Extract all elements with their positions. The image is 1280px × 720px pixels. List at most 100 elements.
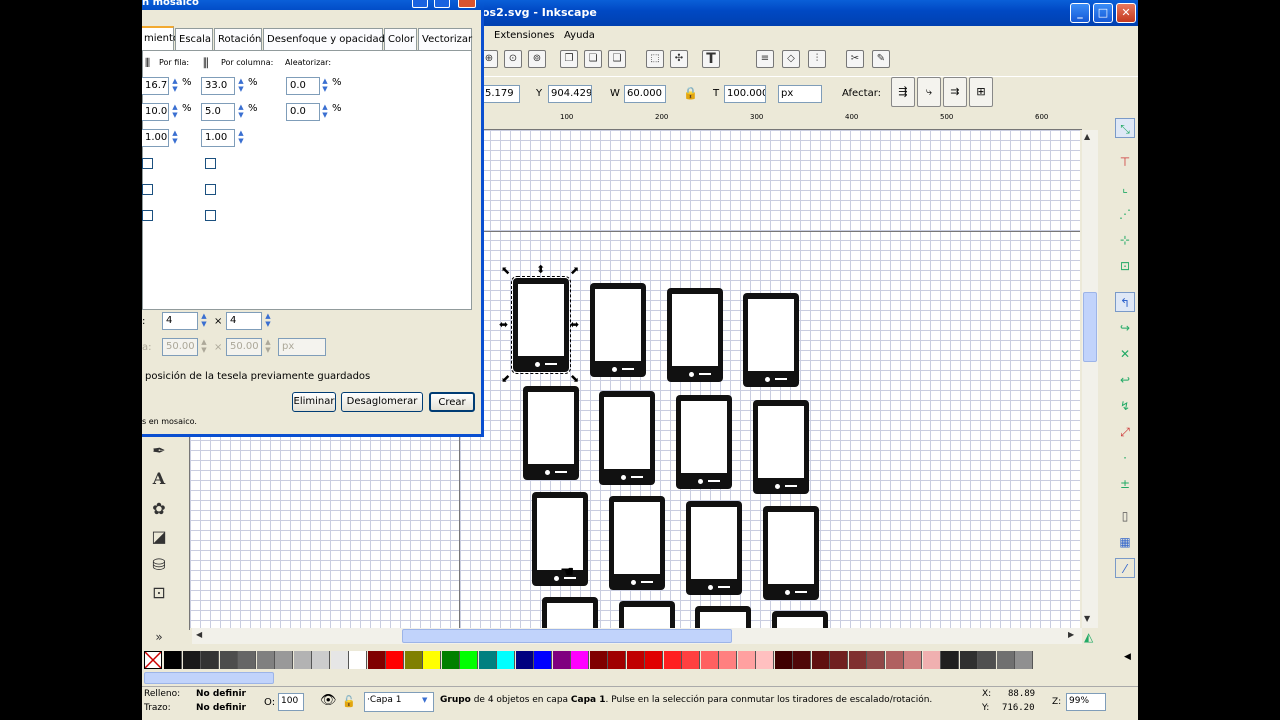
calligraphy-tool-icon[interactable]: ✒: [148, 440, 170, 462]
delete-button[interactable]: Eliminar: [292, 392, 336, 412]
phone-tile[interactable]: [772, 611, 828, 628]
color-swatch[interactable]: [293, 651, 312, 669]
opacity-field[interactable]: 100: [278, 693, 304, 711]
color-swatch[interactable]: [1015, 651, 1033, 669]
scale-handle-icon[interactable]: ⬋: [501, 372, 510, 385]
spin-arrows-icon[interactable]: ▲ ▼: [263, 338, 273, 356]
align-icon[interactable]: ⫶: [808, 50, 826, 68]
phone-tile[interactable]: [619, 601, 675, 628]
scale-handle-icon[interactable]: ⬊: [570, 372, 579, 385]
scale-handle-icon[interactable]: ⬌: [570, 318, 579, 331]
color-swatch[interactable]: [164, 651, 182, 669]
color-swatch[interactable]: [867, 651, 885, 669]
color-swatch[interactable]: [645, 651, 663, 669]
snap-bbox-icon[interactable]: ⊤: [1115, 152, 1135, 172]
color-swatch[interactable]: [663, 651, 682, 669]
random-shift-y-field[interactable]: 0.0: [286, 103, 320, 121]
snap-centers-icon[interactable]: ⊡: [1115, 256, 1135, 276]
phone-tile[interactable]: [590, 283, 646, 377]
color-swatch[interactable]: [349, 651, 367, 669]
scroll-down-icon[interactable]: ▼: [1084, 614, 1090, 623]
exclude-row-checkbox[interactable]: [142, 210, 153, 221]
scroll-left-icon[interactable]: ◀: [196, 630, 202, 639]
more-tools-icon[interactable]: »: [148, 626, 170, 648]
color-swatch[interactable]: [534, 651, 552, 669]
color-swatch[interactable]: [330, 651, 349, 669]
alternate-row-checkbox[interactable]: [142, 158, 153, 169]
snap-paths-icon[interactable]: ↪: [1115, 318, 1135, 338]
eraser-tool-icon[interactable]: ◪: [148, 526, 170, 548]
snap-smooth-icon[interactable]: ↯: [1115, 396, 1135, 416]
color-swatch[interactable]: [497, 651, 515, 669]
snap-corners-icon[interactable]: ⋰: [1115, 204, 1135, 224]
phone-tile[interactable]: [686, 501, 742, 595]
phone-tile[interactable]: [523, 386, 579, 480]
tab-blur-opacity[interactable]: Desenfoque y opacidad: [263, 28, 385, 50]
spin-arrows-icon[interactable]: ▲ ▼: [320, 77, 330, 95]
color-swatch[interactable]: [774, 651, 793, 669]
phone-tile[interactable]: [676, 395, 732, 489]
exclude-column-checkbox[interactable]: [205, 210, 216, 221]
xml-editor-icon[interactable]: ◇: [782, 50, 800, 68]
color-swatch[interactable]: [219, 651, 238, 669]
affect-stroke-icon[interactable]: ⇶: [891, 77, 915, 107]
columns-count-field[interactable]: 4: [226, 312, 262, 330]
spin-arrows-icon[interactable]: ▲ ▼: [170, 77, 180, 95]
color-swatch[interactable]: [201, 651, 219, 669]
height-field[interactable]: 50.00: [226, 338, 262, 356]
snap-intersections-icon[interactable]: ✕: [1115, 344, 1135, 364]
color-swatch[interactable]: [626, 651, 645, 669]
tab-scale[interactable]: Escala: [175, 28, 213, 50]
palette-menu-icon[interactable]: ◀: [1124, 652, 1131, 662]
horizontal-scrollbar[interactable]: ◀ ▶: [192, 628, 1082, 644]
phone-tile[interactable]: [763, 506, 819, 600]
unlink-clone-icon[interactable]: ❑: [608, 50, 626, 68]
color-swatch[interactable]: [996, 651, 1015, 669]
spin-arrows-icon[interactable]: ▲ ▼: [236, 77, 246, 95]
phone-tile-selected[interactable]: [511, 276, 571, 374]
spin-arrows-icon[interactable]: ▲ ▼: [236, 129, 246, 147]
snap-guides-icon[interactable]: ⁄: [1115, 558, 1135, 578]
color-swatch[interactable]: [608, 651, 626, 669]
horizontal-scroll-thumb[interactable]: [402, 629, 732, 643]
cumulate-column-checkbox[interactable]: [205, 184, 216, 195]
spin-arrows-icon[interactable]: ▲ ▼: [199, 312, 209, 330]
color-swatch[interactable]: [811, 651, 830, 669]
dialog-maximize-button[interactable]: [434, 0, 450, 8]
color-swatch[interactable]: [404, 651, 423, 669]
zoom-field[interactable]: 99%: [1066, 693, 1106, 711]
color-swatch[interactable]: [423, 651, 441, 669]
color-swatch[interactable]: [922, 651, 941, 669]
color-swatch[interactable]: [978, 651, 996, 669]
w-field[interactable]: 60.000: [624, 85, 666, 103]
color-swatch[interactable]: [719, 651, 737, 669]
x-field[interactable]: 5.179: [482, 85, 520, 103]
spin-arrows-icon[interactable]: ▲ ▼: [170, 103, 180, 121]
color-swatch[interactable]: [959, 651, 978, 669]
scroll-up-icon[interactable]: ▲: [1084, 132, 1090, 141]
size-unit-select[interactable]: px: [278, 338, 326, 356]
layers-icon[interactable]: ≡: [756, 50, 774, 68]
h-field[interactable]: 100.000: [724, 85, 766, 103]
layer-visibility-icon[interactable]: 👁: [320, 693, 337, 708]
width-field[interactable]: 50.00: [162, 338, 198, 356]
create-button[interactable]: Crear: [429, 392, 475, 412]
color-swatch[interactable]: [312, 651, 330, 669]
dialog-close-button[interactable]: [458, 0, 476, 8]
color-swatch[interactable]: [830, 651, 848, 669]
affect-gradient-icon[interactable]: ⇉: [943, 77, 967, 107]
phone-tile[interactable]: [667, 288, 723, 382]
spin-arrows-icon[interactable]: ▲ ▼: [199, 338, 209, 356]
color-swatch[interactable]: [589, 651, 608, 669]
scale-handle-icon[interactable]: ⬉: [501, 264, 510, 277]
snap-enable-icon[interactable]: ⤡: [1115, 118, 1135, 138]
color-swatch[interactable]: [552, 651, 571, 669]
affect-corners-icon[interactable]: ⤷: [917, 77, 941, 107]
chevron-down-icon[interactable]: ▼: [422, 696, 427, 704]
paint-bucket-icon[interactable]: ⛁: [148, 554, 170, 576]
color-swatch[interactable]: [848, 651, 867, 669]
tab-trace[interactable]: Vectorizar: [418, 28, 472, 50]
scale-handle-icon[interactable]: ⬍: [536, 263, 545, 276]
scale-handle-icon[interactable]: ⬌: [499, 318, 508, 331]
text-tool-icon[interactable]: T: [702, 50, 720, 68]
